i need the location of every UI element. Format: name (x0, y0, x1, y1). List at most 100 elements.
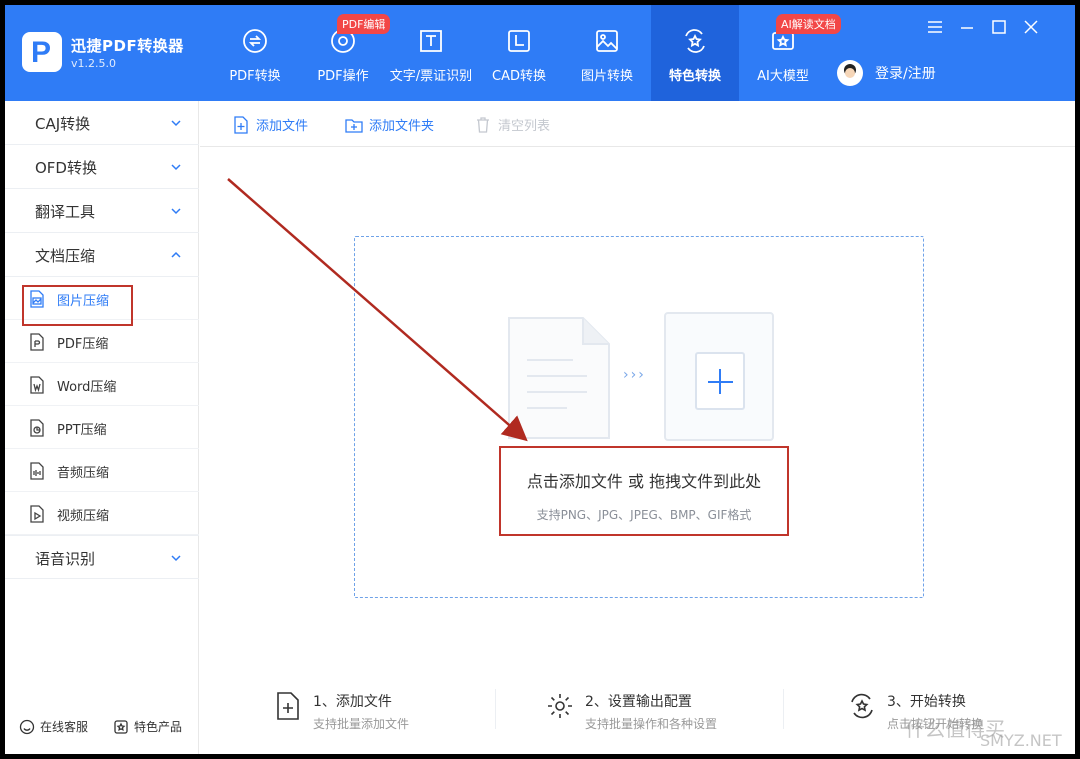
sub-label: 视频压缩 (57, 509, 110, 524)
nav-ai[interactable]: AI大模型 AI解读文档 (739, 5, 841, 101)
image-icon (596, 30, 618, 52)
add-file-label: 添加文件 (256, 119, 309, 134)
sidebar-cat-translate[interactable]: 翻译工具 (5, 189, 199, 233)
top-nav: PDF转换 PDF操作 PDF编辑 文字/票证识别 CAD转换 图片转换 特色转… (211, 5, 841, 101)
cat-label: 文档压缩 (35, 247, 96, 265)
cat-label: 语音识别 (35, 550, 96, 568)
cad-icon (508, 30, 530, 52)
add-file-icon (234, 115, 248, 134)
clear-list-button[interactable]: 清空列表 (474, 115, 550, 134)
sidebar-item-pdf-compress[interactable]: PDF压缩 (5, 320, 199, 363)
cat-label: CAJ转换 (35, 115, 91, 133)
sidebar-item-word-compress[interactable]: Word压缩 (5, 363, 199, 406)
app-title: 迅捷PDF转换器 (71, 37, 184, 55)
online-service-label: 在线客服 (40, 720, 89, 734)
featured-products-label: 特色产品 (134, 720, 183, 734)
minimize-icon[interactable] (957, 17, 977, 37)
header-bar: P 迅捷PDF转换器 v1.2.5.0 PDF转换 PDF操作 PDF编辑 文字… (5, 5, 1075, 101)
step-title: 3、开始转换 (887, 694, 966, 710)
nav-pdf-operate[interactable]: PDF操作 PDF编辑 (299, 5, 391, 101)
file-drop-zone[interactable] (354, 236, 924, 598)
chevron-down-icon (171, 164, 181, 171)
step-desc: 支持批量添加文件 (313, 717, 410, 731)
sidebar: CAJ转换 OFD转换 翻译工具 文档压缩 图片压缩 PDF压缩 Word压缩 (5, 101, 199, 754)
trash-icon (477, 116, 489, 133)
app-logo: P (22, 32, 62, 72)
add-folder-button[interactable]: 添加文件夹 (345, 115, 434, 134)
audio-file-icon (30, 462, 44, 480)
menu-icon[interactable] (925, 17, 945, 37)
text-ocr-icon (420, 30, 442, 52)
add-file-card[interactable] (664, 312, 774, 441)
annotation-box-drop: 点击添加文件 或 拖拽文件到此处 支持PNG、JPG、JPEG、BMP、GIF格… (499, 446, 789, 536)
maximize-icon[interactable] (989, 17, 1009, 37)
add-file-button[interactable]: 添加文件 (232, 115, 308, 134)
sub-label: 音频压缩 (57, 466, 110, 481)
nav-pdf-convert[interactable]: PDF转换 (211, 5, 299, 101)
feature-icon (685, 29, 705, 53)
clear-list-label: 清空列表 (498, 119, 551, 134)
pdf-convert-icon (243, 29, 267, 53)
nav-image[interactable]: 图片转换 (563, 5, 651, 101)
document-illustration-icon (508, 317, 610, 439)
nav-cad[interactable]: CAD转换 (475, 5, 563, 101)
drop-instruction: 点击添加文件 或 拖拽文件到此处 (526, 472, 762, 491)
nav-label: AI大模型 (757, 69, 809, 84)
sidebar-cat-ofd[interactable]: OFD转换 (5, 145, 199, 189)
gear-icon (548, 694, 572, 718)
sub-label: Word压缩 (57, 380, 117, 395)
nav-label: CAD转换 (492, 69, 546, 84)
watermark: 什么值得买 SMYZ.NET (905, 713, 1062, 750)
app-version: v1.2.5.0 (71, 57, 116, 70)
login-button[interactable]: 登录/注册 (837, 60, 936, 86)
online-service-link[interactable]: 在线客服 (19, 718, 88, 735)
nav-label: 特色转换 (668, 69, 721, 84)
chevron-down-icon (171, 208, 181, 215)
annotation-box-sidebar (22, 285, 133, 326)
ppt-file-icon (30, 419, 44, 437)
service-icon (19, 719, 35, 734)
chevron-up-icon (171, 251, 181, 258)
chevron-down-icon (171, 120, 181, 127)
featured-products-link[interactable]: 特色产品 (113, 718, 182, 735)
nav-feature[interactable]: 特色转换 (651, 5, 739, 101)
step-title: 1、添加文件 (313, 694, 392, 710)
sidebar-cat-caj[interactable]: CAJ转换 (5, 101, 199, 145)
sidebar-item-audio-compress[interactable]: 音频压缩 (5, 449, 199, 492)
add-folder-label: 添加文件夹 (369, 119, 435, 134)
sidebar-cat-speech[interactable]: 语音识别 (5, 535, 199, 579)
plus-icon (695, 352, 745, 410)
chevron-down-icon (171, 555, 181, 562)
sub-label: PDF压缩 (57, 337, 109, 352)
supported-formats: 支持PNG、JPG、JPEG、BMP、GIF格式 (536, 508, 752, 522)
close-icon[interactable] (1021, 17, 1041, 37)
nav-label: PDF操作 (317, 69, 369, 84)
step-divider (783, 689, 784, 729)
login-label: 登录/注册 (875, 66, 936, 82)
nav-label: 图片转换 (580, 69, 633, 84)
watermark-bottom: SMYZ.NET (980, 731, 1062, 750)
add-file-step-icon (277, 692, 299, 720)
convert-icon (851, 693, 873, 719)
sidebar-item-video-compress[interactable]: 视频压缩 (5, 492, 199, 535)
cat-label: OFD转换 (35, 159, 97, 177)
step-desc: 支持批量操作和各种设置 (585, 717, 718, 731)
app-window: P 迅捷PDF转换器 v1.2.5.0 PDF转换 PDF操作 PDF编辑 文字… (5, 5, 1075, 754)
nav-label: 文字/票证识别 (389, 69, 473, 84)
nav-text-ocr[interactable]: 文字/票证识别 (387, 5, 475, 101)
step-divider (495, 689, 496, 729)
word-file-icon (30, 376, 44, 394)
products-icon (114, 719, 128, 734)
cat-label: 翻译工具 (35, 203, 96, 221)
avatar (837, 60, 863, 86)
step-title: 2、设置输出配置 (585, 694, 692, 710)
add-folder-icon (345, 118, 363, 133)
sidebar-cat-compress[interactable]: 文档压缩 (5, 233, 199, 277)
arrows-indicator: ››› (623, 367, 646, 383)
sidebar-item-ppt-compress[interactable]: PPT压缩 (5, 406, 199, 449)
ai-badge: AI解读文档 (776, 14, 841, 34)
sub-label: PPT压缩 (57, 423, 107, 438)
pdf-file-icon (30, 333, 44, 351)
video-file-icon (30, 505, 44, 523)
nav-label: PDF转换 (229, 69, 281, 84)
